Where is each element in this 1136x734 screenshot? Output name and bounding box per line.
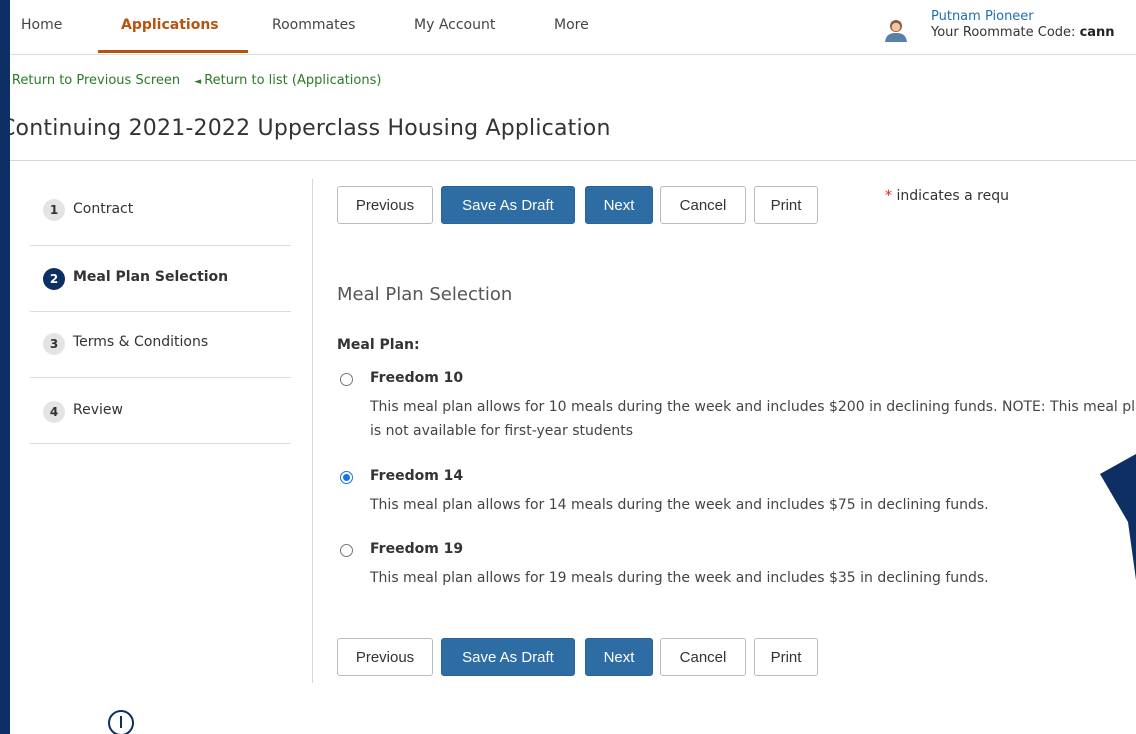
radio-freedom-14[interactable]: [340, 471, 353, 484]
option-name: Freedom 10: [370, 370, 464, 386]
step-label: Contract: [73, 201, 134, 217]
return-list-label: Return to list (Applications): [204, 73, 382, 88]
nav-home[interactable]: Home: [21, 17, 62, 33]
save-draft-button[interactable]: Save As Draft: [441, 638, 575, 676]
step-label: Meal Plan Selection: [73, 269, 229, 285]
step-terms-conditions[interactable]: 3 Terms & Conditions: [30, 312, 291, 378]
steps-sidebar: 1 Contract 2 Meal Plan Selection 3 Terms…: [30, 180, 291, 444]
meal-plan-label: Meal Plan:: [337, 337, 420, 353]
save-draft-button[interactable]: Save As Draft: [441, 186, 575, 224]
roommate-code: Your Roommate Code: cann: [931, 25, 1115, 40]
return-list-link[interactable]: ◄ Return to list (Applications): [194, 73, 381, 88]
step-review[interactable]: 4 Review: [30, 378, 291, 444]
step-contract[interactable]: 1 Contract: [30, 180, 291, 246]
return-previous-link[interactable]: ◄Return to Previous Screen: [10, 73, 180, 88]
roommate-code-value: cann: [1079, 25, 1115, 40]
top-navigation: Home Applications Roommates My Account M…: [10, 0, 1136, 55]
content-divider: [312, 179, 313, 683]
print-button[interactable]: Print: [754, 638, 818, 676]
cancel-button[interactable]: Cancel: [660, 638, 746, 676]
user-name-link[interactable]: Putnam Pioneer: [931, 9, 1034, 24]
option-name: Freedom 14: [370, 468, 464, 484]
next-button[interactable]: Next: [585, 638, 653, 676]
nav-roommates[interactable]: Roommates: [272, 17, 355, 33]
accessibility-icon[interactable]: [108, 710, 134, 734]
return-previous-label: Return to Previous Screen: [11, 73, 181, 88]
section-title: Meal Plan Selection: [337, 284, 513, 305]
back-arrow-icon: ◄: [194, 77, 202, 87]
page-title: Continuing 2021-2022 Upperclass Housing …: [10, 116, 611, 141]
step-label: Terms & Conditions: [73, 334, 209, 350]
next-button[interactable]: Next: [585, 186, 653, 224]
breadcrumb: ◄Return to Previous Screen ◄Return to li…: [10, 73, 391, 88]
option-description: This meal plan allows for 10 meals durin…: [370, 399, 1136, 439]
step-number: 2: [43, 268, 65, 290]
avatar: [885, 20, 907, 42]
step-number: 1: [43, 199, 65, 221]
option-name: Freedom 19: [370, 541, 464, 557]
required-note: * indicates a requ: [885, 188, 1009, 204]
previous-button[interactable]: Previous: [337, 186, 433, 224]
option-description: This meal plan allows for 14 meals durin…: [370, 497, 989, 513]
step-meal-plan-selection[interactable]: 2 Meal Plan Selection: [30, 246, 291, 312]
nav-more[interactable]: More: [554, 17, 589, 33]
page: Home Applications Roommates My Account M…: [10, 0, 1136, 734]
print-button[interactable]: Print: [754, 186, 818, 224]
required-star: *: [885, 188, 892, 204]
required-note-text: indicates a requ: [896, 188, 1009, 204]
nav-applications[interactable]: Applications: [121, 17, 219, 33]
title-divider: [10, 160, 1136, 161]
radio-freedom-19[interactable]: [340, 544, 353, 557]
active-tab-indicator: [98, 50, 248, 53]
step-number: 4: [43, 401, 65, 423]
roommate-code-label: Your Roommate Code:: [931, 25, 1076, 40]
step-number: 3: [43, 333, 65, 355]
previous-button[interactable]: Previous: [337, 638, 433, 676]
option-description: This meal plan allows for 19 meals durin…: [370, 570, 989, 586]
cancel-button[interactable]: Cancel: [660, 186, 746, 224]
step-label: Review: [73, 402, 123, 418]
nav-my-account[interactable]: My Account: [414, 17, 495, 33]
radio-freedom-10[interactable]: [340, 373, 353, 386]
